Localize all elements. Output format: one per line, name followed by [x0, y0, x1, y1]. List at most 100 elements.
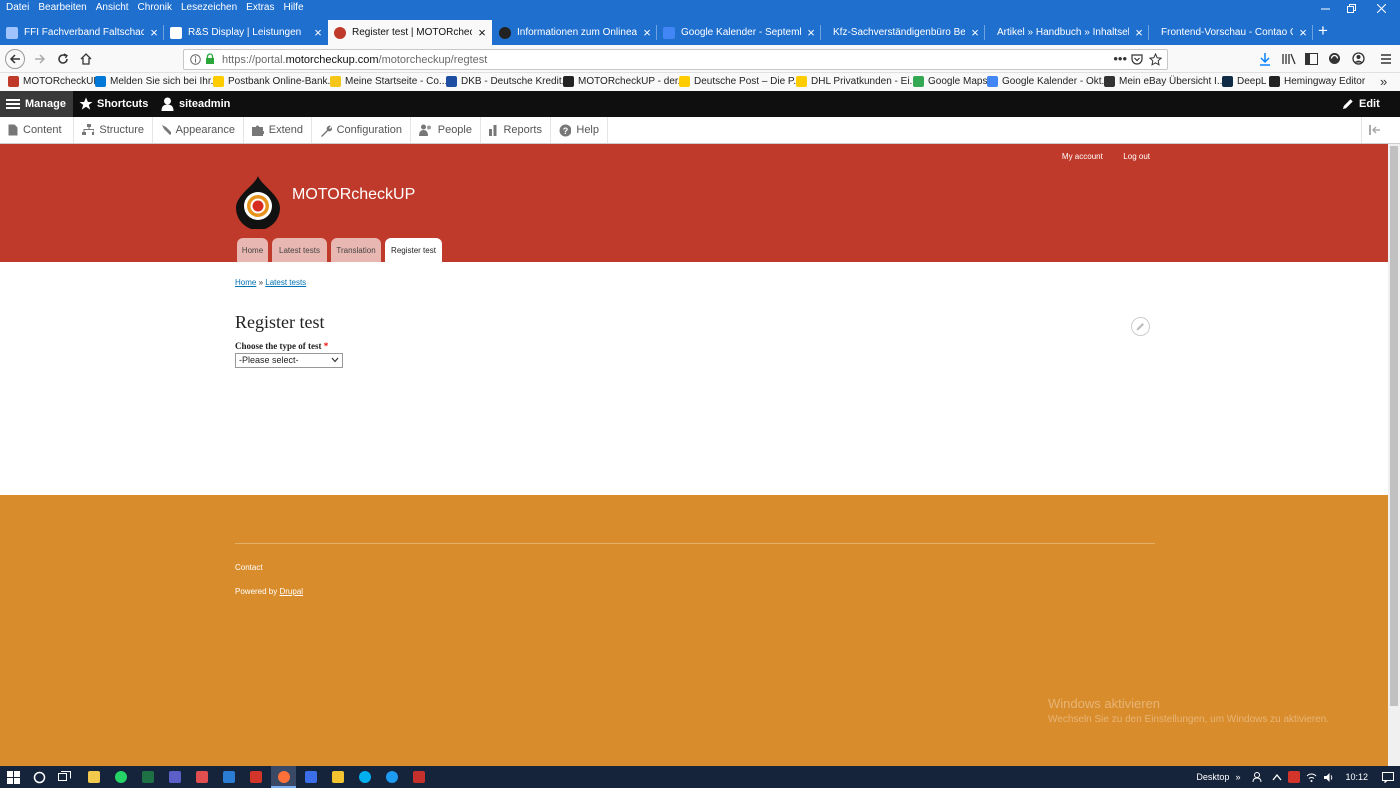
taskbar-app-teams[interactable]: [303, 769, 319, 785]
tray-content[interactable]: Content: [0, 117, 74, 143]
bookmarks-overflow-icon[interactable]: »: [1380, 74, 1387, 89]
clock[interactable]: 10:12: [1345, 772, 1368, 782]
menu-item-chronik[interactable]: Chronik: [138, 0, 172, 16]
menu-item-extras[interactable]: Extras: [246, 0, 274, 16]
browser-tab[interactable]: R&S Display | Leistungen ×: [164, 20, 328, 45]
close-tab-icon[interactable]: ×: [472, 26, 492, 39]
tab-home[interactable]: Home: [237, 238, 268, 262]
bookmark-item[interactable]: Postbank Online-Bank...: [213, 76, 336, 87]
tab-register-test[interactable]: Register test: [385, 238, 442, 262]
bookmark-item[interactable]: Hemingway Editor: [1269, 76, 1365, 87]
bookmark-item[interactable]: Mein eBay Übersicht I...: [1104, 76, 1225, 87]
page-actions-icon[interactable]: •••: [1113, 51, 1127, 66]
contextual-edit-button[interactable]: [1131, 317, 1150, 336]
close-tab-icon[interactable]: ×: [801, 26, 821, 39]
bookmark-star-icon[interactable]: [1149, 53, 1162, 66]
chevron-up-icon[interactable]: [1272, 773, 1282, 781]
close-tab-icon[interactable]: ×: [1293, 26, 1313, 39]
tray-appearance[interactable]: Appearance: [153, 117, 244, 143]
tray-extend[interactable]: Extend: [244, 117, 312, 143]
url-bar[interactable]: https://portal.motorcheckup.com/motorche…: [183, 49, 1168, 70]
taskbar-firefox[interactable]: [276, 769, 292, 785]
taskbar-app-red[interactable]: [194, 769, 210, 785]
browser-tab[interactable]: Frontend-Vorschau - Contao Open×: [1149, 20, 1313, 45]
taskbar-app-blue[interactable]: [221, 769, 237, 785]
tray-structure[interactable]: Structure: [74, 117, 153, 143]
browser-tab[interactable]: Register test | MOTORcheckUP×: [328, 20, 492, 45]
browser-tab[interactable]: Google Kalender - September 2×: [657, 20, 821, 45]
tray-orientation-toggle[interactable]: [1361, 117, 1388, 143]
sync-icon[interactable]: [1328, 52, 1341, 65]
browser-tab[interactable]: Artikel » Handbuch » Inhaltselemen×: [985, 20, 1149, 45]
taskbar-pdf[interactable]: [411, 769, 427, 785]
bookmark-item[interactable]: Google Kalender - Okt...: [987, 76, 1110, 87]
bookmark-item[interactable]: DKB - Deutsche Kredit...: [446, 76, 570, 87]
edit-button[interactable]: Edit: [1342, 91, 1380, 117]
tray-help[interactable]: ? Help: [551, 117, 608, 143]
home-button[interactable]: [77, 50, 95, 68]
new-tab-button[interactable]: +: [1318, 22, 1328, 39]
people-icon[interactable]: [1252, 771, 1264, 783]
user-button[interactable]: siteadmin: [161, 91, 230, 117]
wifi-icon[interactable]: [1306, 772, 1317, 783]
taskbar-app-yellow[interactable]: [330, 769, 346, 785]
logout-link[interactable]: Log out: [1123, 152, 1150, 161]
test-type-select[interactable]: -Please select-: [235, 353, 343, 368]
browser-tab[interactable]: Informationen zum Onlineaus ×: [493, 20, 657, 45]
bookmark-item[interactable]: Google Maps: [913, 76, 987, 87]
scrollbar-thumb[interactable]: [1390, 146, 1398, 706]
footer-contact-link[interactable]: Contact: [235, 563, 263, 572]
tab-latest-tests[interactable]: Latest tests: [272, 238, 327, 262]
taskbar-app-chat[interactable]: [384, 769, 400, 785]
tray-reports[interactable]: Reports: [481, 117, 551, 143]
taskbar-onenote[interactable]: [167, 769, 183, 785]
close-tab-icon[interactable]: ×: [144, 26, 164, 39]
bookmark-item[interactable]: Melden Sie sich bei Ihr...: [95, 76, 219, 87]
search-button[interactable]: [31, 769, 47, 785]
forward-button[interactable]: [31, 50, 49, 68]
site-name[interactable]: MOTORcheckUP: [292, 186, 415, 204]
account-icon[interactable]: [1352, 52, 1365, 65]
sidebar-icon[interactable]: [1305, 53, 1318, 65]
browser-tab[interactable]: Kfz-Sachverständigenbüro Beisel×: [821, 20, 985, 45]
bookmark-item[interactable]: DHL Privatkunden - Ei...: [796, 76, 918, 87]
my-account-link[interactable]: My account: [1062, 152, 1103, 161]
bookmark-item[interactable]: MOTORcheckUP: [8, 76, 100, 87]
close-tab-icon[interactable]: ×: [1129, 26, 1149, 39]
back-button[interactable]: [5, 49, 25, 69]
breadcrumb-home-link[interactable]: Home: [235, 278, 256, 287]
breadcrumb-latest-tests-link[interactable]: Latest tests: [265, 278, 306, 287]
tray-people[interactable]: People: [411, 117, 481, 143]
vertical-scrollbar[interactable]: [1388, 144, 1400, 766]
menu-item-datei[interactable]: Datei: [6, 0, 29, 16]
menu-item-lesezeichen[interactable]: Lesezeichen: [181, 0, 237, 16]
taskbar-acrobat[interactable]: [248, 769, 264, 785]
drupal-link[interactable]: Drupal: [279, 587, 303, 596]
bookmark-item[interactable]: Meine Startseite - Co...: [330, 76, 447, 87]
close-tab-icon[interactable]: ×: [965, 26, 985, 39]
bookmark-item[interactable]: MOTORcheckUP - der...: [563, 76, 686, 87]
manage-button[interactable]: Manage: [0, 91, 73, 117]
toolbar-expand-icon[interactable]: »: [1235, 772, 1240, 782]
tray-configuration[interactable]: Configuration: [312, 117, 411, 143]
volume-icon[interactable]: [1323, 772, 1335, 783]
download-icon[interactable]: [1259, 52, 1271, 66]
taskbar-skype[interactable]: [357, 769, 373, 785]
menu-item-bearbeiten[interactable]: Bearbeiten: [38, 0, 86, 16]
restore-button[interactable]: [1336, 0, 1366, 16]
browser-tab[interactable]: FFI Fachverband Faltschachtel×: [0, 20, 164, 45]
shortcuts-button[interactable]: Shortcuts: [79, 91, 148, 117]
taskbar-explorer[interactable]: [86, 769, 102, 785]
taskbar-excel[interactable]: [140, 769, 156, 785]
close-window-button[interactable]: [1366, 0, 1396, 16]
reload-button[interactable]: [54, 50, 72, 68]
close-tab-icon[interactable]: ×: [308, 26, 328, 39]
desktop-toolbar-label[interactable]: Desktop: [1196, 772, 1229, 782]
close-tab-icon[interactable]: ×: [637, 26, 657, 39]
taskbar-whatsapp[interactable]: [113, 769, 129, 785]
hamburger-menu-icon[interactable]: [1380, 53, 1392, 65]
tab-translation[interactable]: Translation: [331, 238, 381, 262]
tray-app-icon[interactable]: [1288, 771, 1301, 783]
info-icon[interactable]: [190, 54, 201, 65]
bookmark-item[interactable]: DeepL: [1222, 76, 1266, 87]
